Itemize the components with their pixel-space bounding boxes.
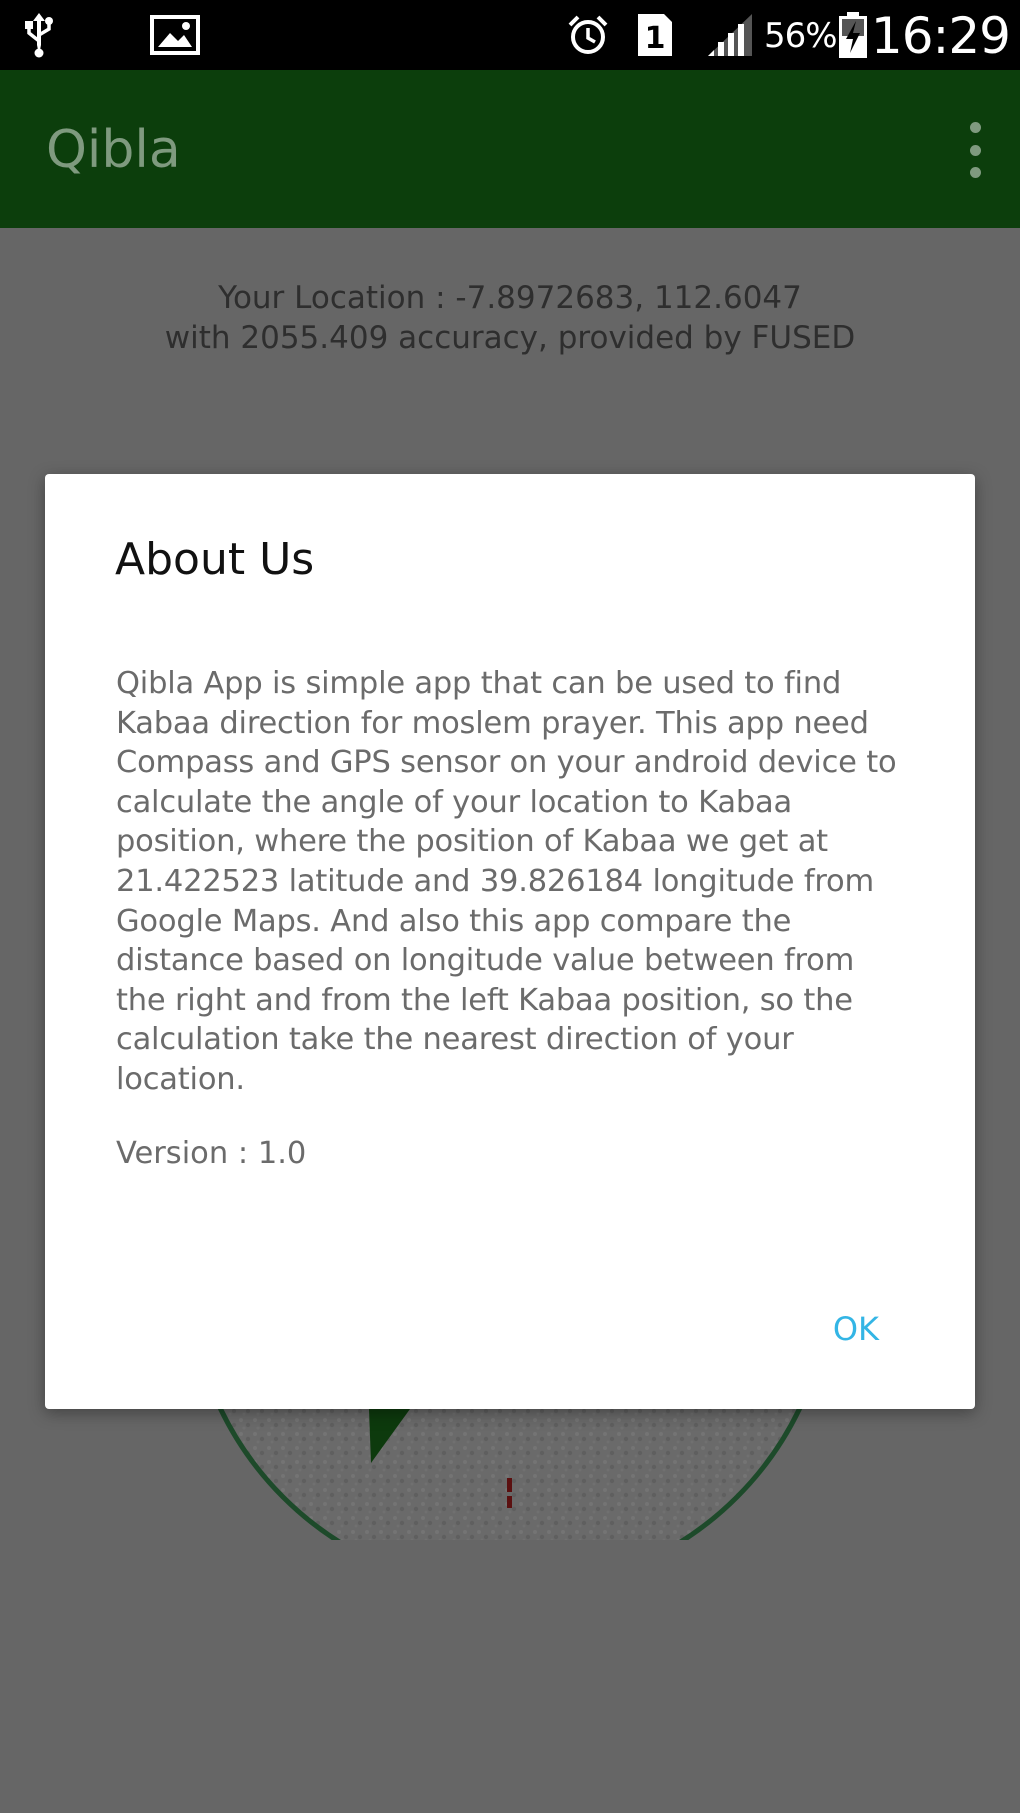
image-icon <box>150 0 206 70</box>
status-time: 16:29 <box>870 7 1011 65</box>
overflow-menu-icon[interactable] <box>960 122 990 178</box>
about-dialog: About Us Qibla App is simple app that ca… <box>45 474 975 1409</box>
dialog-message: Qibla App is simple app that can be used… <box>116 666 897 1097</box>
dialog-title: About Us <box>115 534 315 585</box>
app-title: Qibla <box>46 120 181 180</box>
usb-icon <box>22 0 62 70</box>
location-coordinates: Your Location : -7.8972683, 112.6047 <box>218 280 802 316</box>
compass-marker <box>507 1478 512 1492</box>
battery-percent: 56% <box>764 16 838 56</box>
signal-icon <box>706 0 756 70</box>
action-bar: Qibla <box>0 70 1020 228</box>
alarm-icon <box>566 0 616 70</box>
ok-button[interactable]: OK <box>827 1306 885 1352</box>
sim-icon: 1 <box>636 0 680 70</box>
location-info: Your Location : -7.8972683, 112.6047 wit… <box>0 278 1020 358</box>
battery-charging-icon <box>838 0 874 70</box>
svg-text:1: 1 <box>645 21 666 56</box>
screen: 1 56% 16:29 Qibla Your Location: -7.897… <box>0 0 1020 1813</box>
status-bar: 1 56% 16:29 <box>0 0 1020 70</box>
version-label: Version : 1.0 <box>116 1136 307 1171</box>
location-accuracy: with 2055.409 accuracy, provided by FUSE… <box>164 320 856 356</box>
